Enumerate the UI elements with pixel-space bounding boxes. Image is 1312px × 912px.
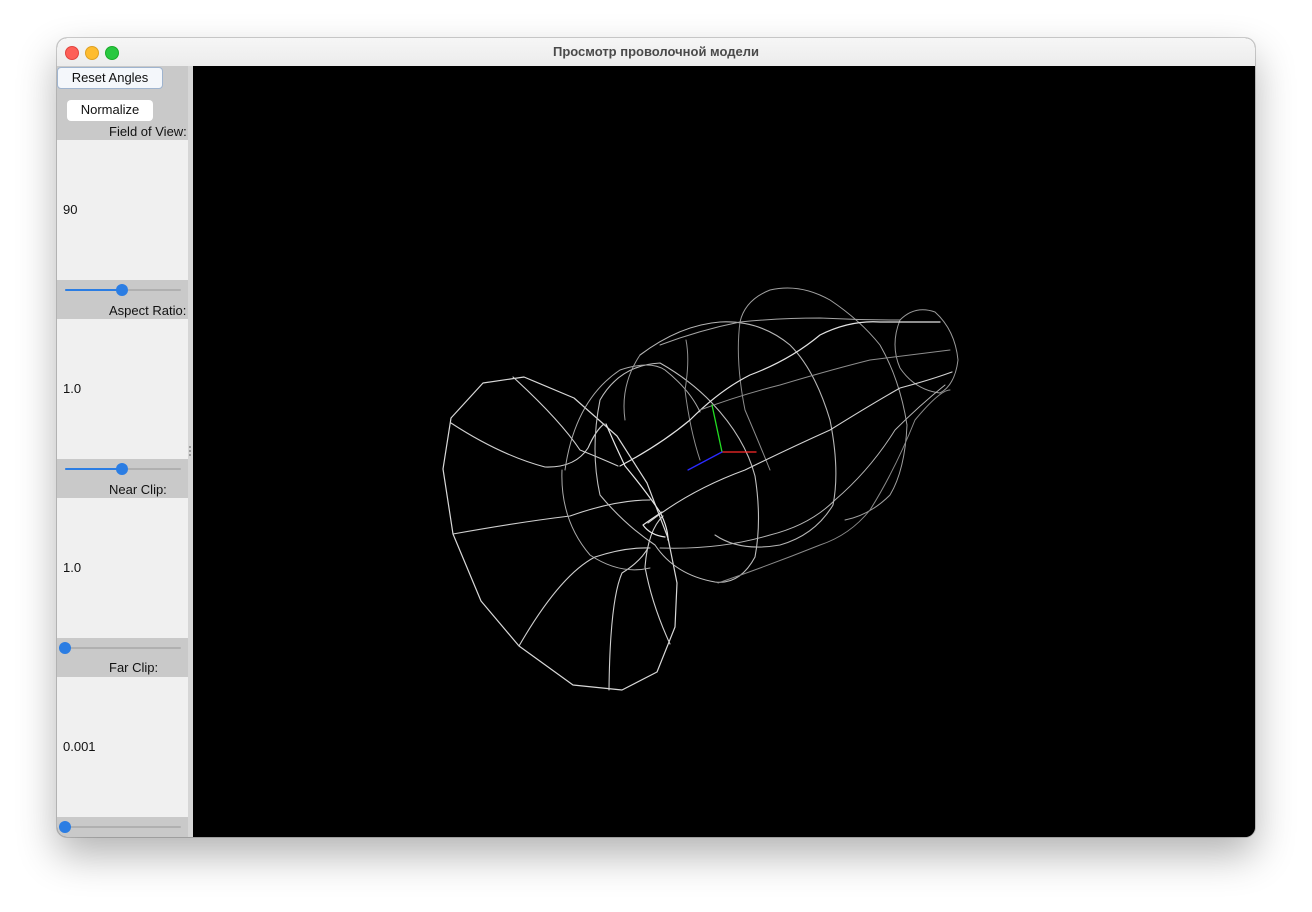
wire-front-spoke — [450, 422, 605, 468]
wire-longitude — [619, 321, 941, 467]
aspect-ratio-field[interactable]: 1.0 — [57, 319, 188, 459]
near-clip-field[interactable]: 1.0 — [57, 498, 188, 638]
aspect-ratio-slider[interactable] — [63, 463, 181, 475]
far-clip-label: Far Clip: — [109, 660, 159, 675]
far-clip-field[interactable]: 0.001 — [57, 677, 188, 817]
normalize-button[interactable]: Normalize — [67, 100, 153, 121]
window-title: Просмотр проволочной модели — [552, 44, 760, 59]
aspect-ratio-value: 1.0 — [63, 381, 82, 396]
wire-ring — [561, 469, 651, 571]
slider-knob[interactable] — [59, 821, 71, 833]
wire-ring — [684, 339, 701, 461]
wire-front-spoke — [518, 547, 651, 647]
wire-neck — [605, 423, 669, 541]
slider-knob[interactable] — [59, 642, 71, 654]
field-of-view-label: Field of View: — [109, 124, 187, 139]
title-bar: Просмотр проволочной модели — [57, 38, 1255, 67]
app-window: Просмотр проволочной модели Reset Angles… — [57, 38, 1255, 837]
reset-angles-button[interactable]: Reset Angles — [57, 67, 163, 89]
field-of-view-slider[interactable] — [63, 284, 181, 296]
wire-ring — [623, 354, 641, 421]
far-clip-slider[interactable] — [59, 821, 181, 833]
wire-ring — [739, 287, 908, 521]
wire-ring — [737, 321, 771, 471]
slider-knob[interactable] — [115, 463, 128, 475]
controls-sidebar: Reset Angles Normalize Field of View: 90… — [57, 66, 188, 837]
wire-ring — [564, 364, 701, 471]
wire-longitude — [717, 389, 951, 584]
near-clip-value: 1.0 — [63, 560, 82, 575]
wire-ring — [594, 362, 760, 583]
wire-longitude — [699, 349, 951, 411]
aspect-ratio-label: Aspect Ratio: — [109, 303, 187, 318]
far-clip-value: 0.001 — [63, 739, 96, 754]
slider-knob[interactable] — [115, 284, 128, 296]
wireframe-viewport[interactable] — [193, 66, 1255, 837]
field-of-view-value: 90 — [63, 202, 78, 217]
axis-z-line — [687, 451, 723, 471]
wireframe-canvas[interactable] — [193, 66, 1255, 837]
field-of-view-field[interactable]: 90 — [57, 140, 188, 280]
near-clip-label: Near Clip: — [109, 482, 167, 497]
near-clip-slider[interactable] — [59, 642, 181, 654]
wire-longitude — [647, 371, 953, 524]
wire-front-spoke — [512, 376, 619, 467]
